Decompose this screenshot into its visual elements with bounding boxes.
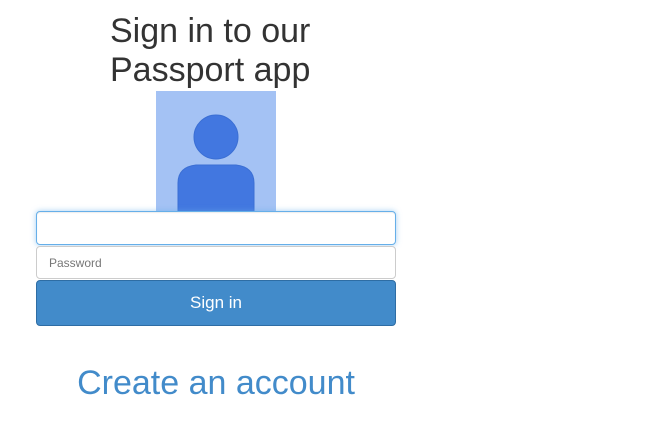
signin-button[interactable]: Sign in (36, 280, 396, 326)
create-account-link[interactable]: Create an account (36, 362, 396, 404)
page-title: Sign in to our Passport app (110, 12, 311, 89)
login-page: Sign in to our Passport app Sign in Crea… (0, 0, 668, 437)
user-avatar-icon (177, 114, 255, 211)
password-field[interactable] (36, 246, 396, 279)
signin-form: Sign in (36, 211, 396, 326)
avatar (156, 91, 276, 211)
email-field[interactable] (36, 211, 396, 245)
